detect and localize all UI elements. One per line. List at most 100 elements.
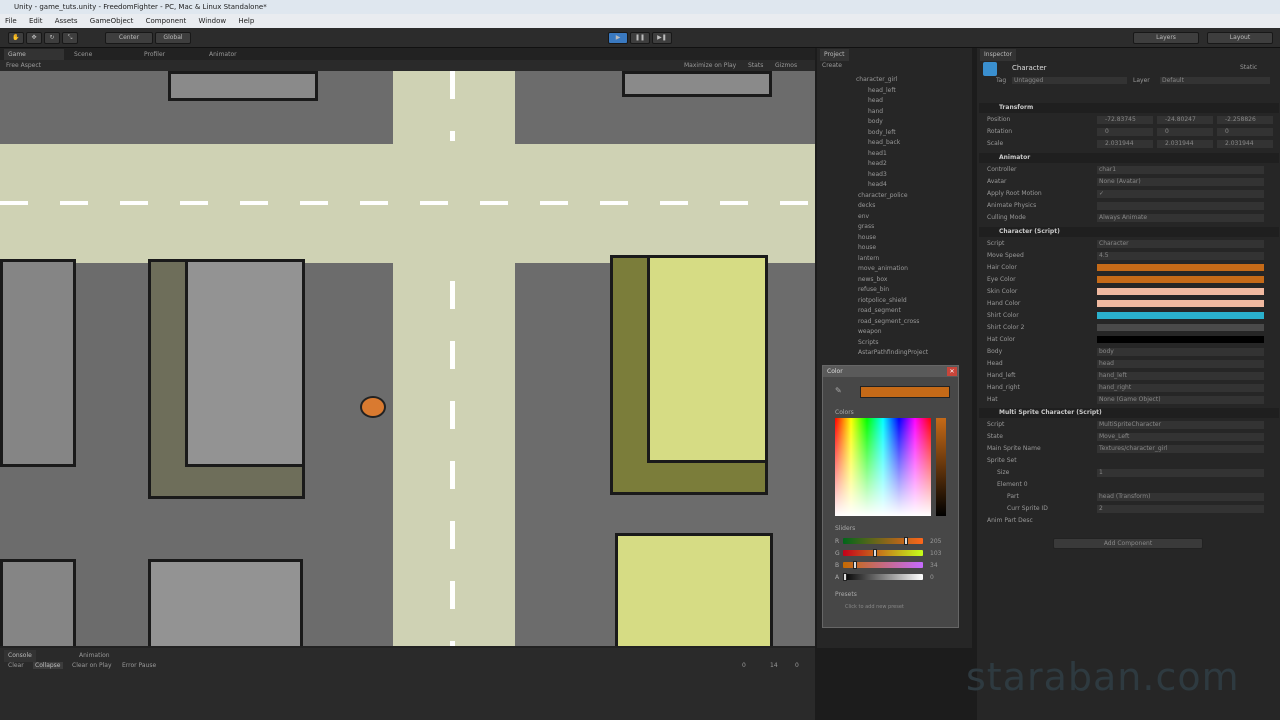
tab-project[interactable]: Project — [820, 49, 849, 61]
console-warning-count[interactable]: 14 — [770, 662, 778, 669]
reference-field-value[interactable]: hand_right — [1097, 384, 1264, 392]
project-item[interactable]: weapon — [818, 328, 882, 335]
animator-field-value[interactable]: Always Animate — [1097, 214, 1264, 222]
scale-tool-icon[interactable]: ⤡ — [62, 32, 78, 44]
eyedropper-icon[interactable]: ✎ — [835, 386, 842, 395]
slider-knob[interactable] — [873, 549, 878, 557]
slider-value[interactable]: 34 — [930, 562, 938, 569]
project-item[interactable]: head3 — [818, 171, 887, 178]
menu-gameobject[interactable]: GameObject — [85, 14, 139, 28]
console-error-pause-button[interactable]: Error Pause — [122, 662, 156, 669]
project-item[interactable]: character_police — [818, 192, 908, 199]
menu-edit[interactable]: Edit — [24, 14, 48, 28]
rotation-z-field[interactable]: 0 — [1217, 128, 1273, 136]
transform-header[interactable]: Transform — [979, 103, 1279, 113]
menu-window[interactable]: Window — [194, 14, 232, 28]
hand-tool-icon[interactable]: ✋ — [8, 32, 24, 44]
color-swatch[interactable] — [1097, 264, 1264, 271]
create-dropdown[interactable]: Create — [822, 62, 842, 69]
stats-toggle[interactable]: Stats — [748, 62, 763, 69]
play-button[interactable]: ▶ — [608, 32, 628, 44]
close-icon[interactable]: ✕ — [947, 367, 957, 376]
animator-field-value[interactable]: None (Avatar) — [1097, 178, 1264, 186]
color-swatch[interactable] — [1097, 300, 1264, 307]
position-z-field[interactable]: -2.258826 — [1217, 116, 1273, 124]
menu-file[interactable]: File — [0, 14, 22, 28]
tab-inspector[interactable]: Inspector — [980, 49, 1016, 61]
space-toggle[interactable]: Global — [155, 32, 191, 44]
console-log-count[interactable]: 0 — [742, 662, 746, 669]
maximize-on-play-toggle[interactable]: Maximize on Play — [684, 62, 736, 69]
project-item[interactable]: Scripts — [818, 339, 879, 346]
project-item[interactable]: road_segment — [818, 307, 901, 314]
color-slider[interactable] — [843, 561, 923, 569]
brightness-bar[interactable] — [936, 418, 946, 516]
project-item[interactable]: move_animation — [818, 265, 908, 272]
tag-dropdown[interactable]: Untagged — [1012, 77, 1127, 84]
color-swatch[interactable] — [1097, 288, 1264, 295]
project-item[interactable]: grass — [818, 223, 874, 230]
project-item[interactable]: head — [818, 97, 883, 104]
pivot-toggle[interactable]: Center — [105, 32, 153, 44]
console-error-count[interactable]: 0 — [795, 662, 799, 669]
menu-help[interactable]: Help — [233, 14, 259, 28]
project-item[interactable]: env — [818, 213, 869, 220]
multi-sprite-field-value[interactable]: Textures/character_girl — [1097, 445, 1264, 453]
layers-dropdown[interactable]: Layers — [1133, 32, 1199, 44]
pause-button[interactable]: ❚❚ — [630, 32, 650, 44]
project-item[interactable]: road_segment_cross — [818, 318, 919, 325]
game-viewport[interactable] — [0, 71, 815, 646]
layer-dropdown[interactable]: Default — [1160, 77, 1270, 84]
tab-console[interactable]: Console — [4, 650, 36, 662]
add-component-button[interactable]: Add Component — [1053, 538, 1203, 549]
color-swatch[interactable] — [1097, 276, 1264, 283]
multi-sprite-field-value[interactable]: 2 — [1097, 505, 1264, 513]
position-y-field[interactable]: -24.80247 — [1157, 116, 1213, 124]
project-item[interactable]: head2 — [818, 160, 887, 167]
slider-value[interactable]: 0 — [930, 574, 934, 581]
project-item[interactable]: head_left — [818, 87, 896, 94]
console-clear-on-play-button[interactable]: Clear on Play — [72, 662, 112, 669]
project-item[interactable]: body — [818, 118, 883, 125]
project-item[interactable]: body_left — [818, 129, 896, 136]
animator-field-value[interactable]: char1 — [1097, 166, 1264, 174]
color-swatch[interactable] — [1097, 336, 1264, 343]
color-swatch[interactable] — [1097, 324, 1264, 331]
rotation-y-field[interactable]: 0 — [1157, 128, 1213, 136]
console-clear-button[interactable]: Clear — [8, 662, 24, 669]
aspect-dropdown[interactable]: Free Aspect — [6, 62, 41, 69]
menu-component[interactable]: Component — [141, 14, 192, 28]
color-slider[interactable] — [843, 573, 923, 581]
position-x-field[interactable]: -72.83745 — [1097, 116, 1153, 124]
slider-value[interactable]: 205 — [930, 538, 941, 545]
animator-field-value[interactable]: ✓ — [1097, 190, 1264, 198]
project-item[interactable]: house — [818, 234, 876, 241]
project-item[interactable]: head_back — [818, 139, 900, 146]
project-item[interactable]: decks — [818, 202, 875, 209]
menu-assets[interactable]: Assets — [50, 14, 83, 28]
project-item[interactable]: hand — [818, 108, 883, 115]
static-toggle[interactable]: Static — [1240, 64, 1257, 71]
slider-knob[interactable] — [852, 561, 857, 569]
character-script-header[interactable]: Character (Script) — [979, 227, 1279, 237]
color-wheel-field[interactable] — [835, 418, 931, 516]
slider-knob[interactable] — [843, 573, 847, 581]
project-item[interactable]: head1 — [818, 150, 887, 157]
step-button[interactable]: ▶❚ — [652, 32, 672, 44]
reference-field-value[interactable]: hand_left — [1097, 372, 1264, 380]
reference-field-value[interactable]: head — [1097, 360, 1264, 368]
scale-z-field[interactable]: 2.031944 — [1217, 140, 1273, 148]
move-tool-icon[interactable]: ✥ — [26, 32, 42, 44]
multi-sprite-field-value[interactable]: MultiSpriteCharacter — [1097, 421, 1264, 429]
animator-field-value[interactable] — [1097, 202, 1264, 210]
script-field[interactable]: Character — [1097, 240, 1264, 248]
reference-field-value[interactable]: body — [1097, 348, 1264, 356]
project-item[interactable]: head4 — [818, 181, 887, 188]
multi-sprite-field-value[interactable]: Move_Left — [1097, 433, 1264, 441]
project-item[interactable]: news_box — [818, 276, 887, 283]
multi-sprite-header[interactable]: Multi Sprite Character (Script) — [979, 408, 1279, 418]
tab-animation[interactable]: Animation — [75, 650, 114, 662]
project-item[interactable]: riotpolice_shield — [818, 297, 907, 304]
color-slider[interactable] — [843, 537, 923, 545]
color-slider[interactable] — [843, 549, 923, 557]
